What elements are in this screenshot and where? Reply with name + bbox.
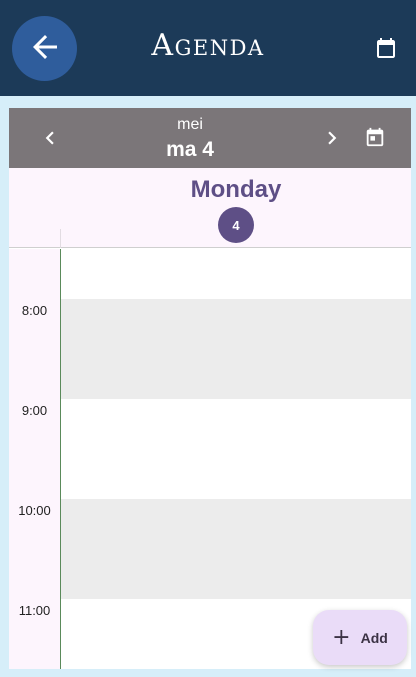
chevron-left-icon [37,131,63,155]
calendar-icon [374,38,398,64]
calendar-today-icon [364,127,386,152]
time-label-11: 11:00 [18,603,51,618]
month-label: mei [177,116,203,133]
calendar-button[interactable] [374,36,398,60]
calendar-panel: mei ma 4 Monday 4 8:00 9:00 10:00 11:00 [9,108,411,669]
day-header: Monday 4 [9,168,411,248]
app-bar: Agenda [0,0,416,96]
time-label-8: 8:00 [21,303,48,318]
add-label: Add [360,629,388,646]
timeline-divider [60,249,61,669]
date-label[interactable]: ma 4 [140,138,240,162]
time-slot-9[interactable] [61,399,411,499]
next-day-button[interactable] [319,125,345,151]
plus-icon: + [332,624,351,650]
date-navigation-bar: mei ma 4 [9,108,411,168]
time-label-9: 9:00 [21,403,48,418]
add-event-button[interactable]: + Add [313,610,407,665]
time-slot-7[interactable] [61,249,411,299]
time-slot-8[interactable] [61,299,411,399]
day-header-divider [60,229,61,248]
time-column: 8:00 9:00 10:00 11:00 [9,249,60,669]
previous-day-button[interactable] [37,125,63,151]
chevron-right-icon [319,131,345,155]
day-name: Monday [190,176,282,203]
time-label-10: 10:00 [18,503,51,518]
page-title: Agenda [151,28,265,63]
day-number-badge[interactable]: 4 [218,207,254,243]
time-slot-10[interactable] [61,499,411,599]
today-button[interactable] [364,126,386,148]
